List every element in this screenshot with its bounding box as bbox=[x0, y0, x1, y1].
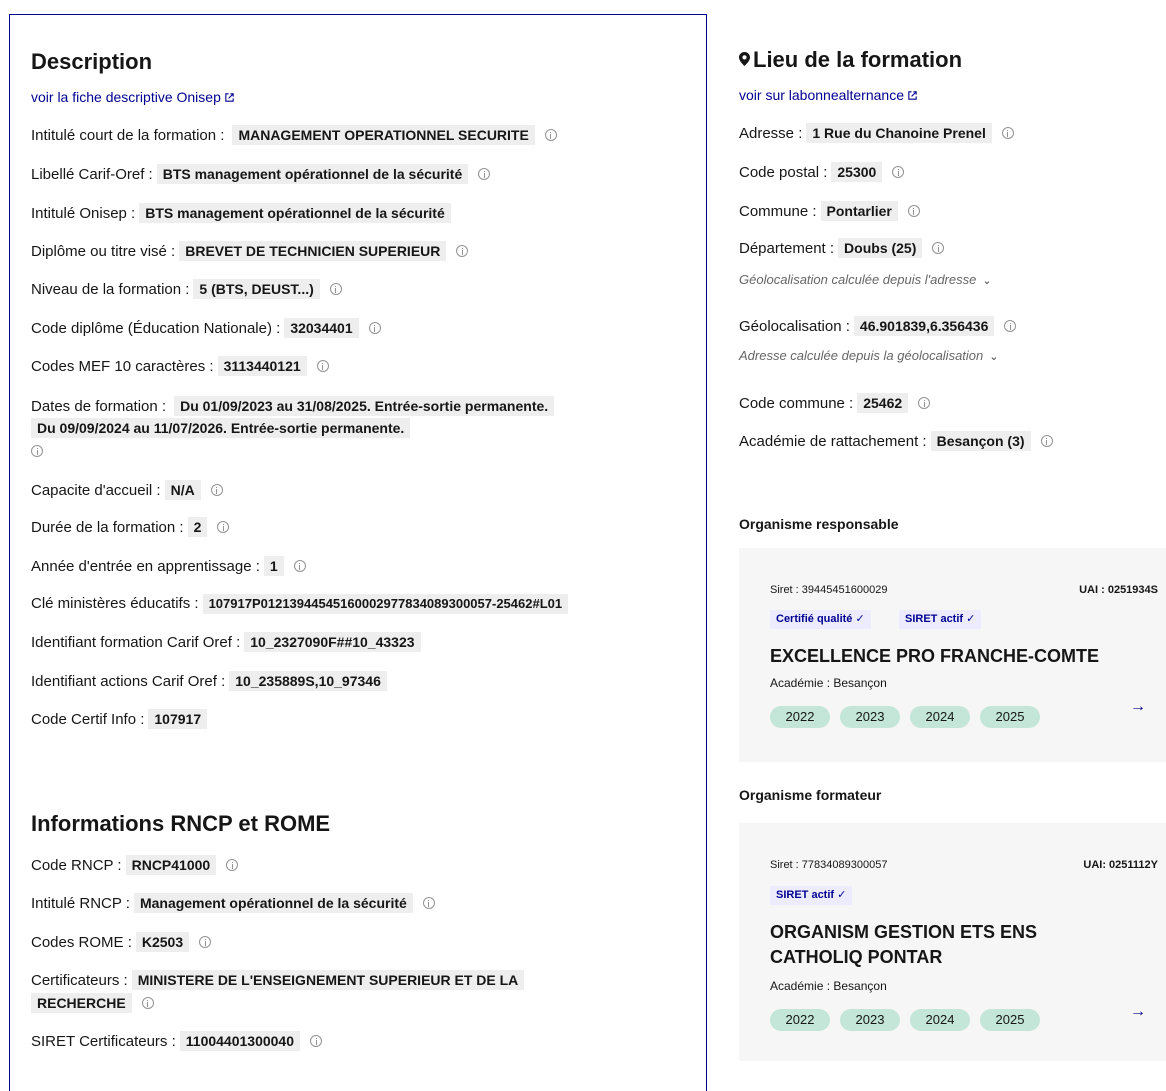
year-chip: 2025 bbox=[980, 706, 1040, 728]
row-id-formation-carif: Identifiant formation Carif Oref :10_232… bbox=[31, 632, 421, 653]
info-icon[interactable] bbox=[932, 242, 945, 254]
badge-certifie-qualite: Certifié qualité ✓ bbox=[770, 610, 871, 629]
labonnealternance-link-label: voir sur labonnealternance bbox=[739, 87, 904, 103]
info-icon[interactable] bbox=[226, 859, 239, 871]
arrow-right-icon[interactable]: → bbox=[1130, 1003, 1146, 1021]
row-geolocalisation: Géolocalisation :46.901839,6.356436 bbox=[739, 316, 1017, 337]
info-icon[interactable] bbox=[141, 997, 154, 1009]
info-icon[interactable] bbox=[1004, 320, 1017, 332]
info-icon[interactable] bbox=[892, 166, 905, 178]
info-icon[interactable] bbox=[199, 936, 212, 948]
formateur-name-line1: ORGANISM GESTION ETS ENS bbox=[770, 922, 1038, 942]
lieu-title: Lieu de la formation bbox=[739, 47, 962, 73]
row-code-rncp: Code RNCP : RNCP41000 bbox=[31, 855, 239, 876]
year-chip: 2023 bbox=[840, 1009, 900, 1031]
row-code-diplome: Code diplôme (Éducation Nationale) :3203… bbox=[31, 318, 381, 339]
formateur-siret: Siret : 77834089300057 bbox=[770, 859, 888, 871]
row-duree: Durée de la formation :2 bbox=[31, 517, 230, 538]
organisme-formateur-title: Organisme formateur bbox=[739, 787, 882, 803]
organisme-responsable-card[interactable]: Siret : 39445451600029 UAI : 0251934S Ce… bbox=[739, 548, 1166, 762]
row-libelle-carif: Libellé Carif-Oref : BTS management opéra… bbox=[31, 164, 491, 185]
labonnealternance-link[interactable]: voir sur labonnealternance bbox=[739, 87, 918, 103]
row-annee-entree: Année d'entrée en apprentissage :1 bbox=[31, 556, 306, 577]
responsable-academie: Académie : Besançon bbox=[770, 676, 887, 690]
responsable-uai: UAI : 0251934S bbox=[1079, 584, 1158, 596]
lieu-title-text: Lieu de la formation bbox=[753, 47, 963, 72]
row-certificateurs: Certificateurs : MINISTERE DE L'ENSEIGNEM… bbox=[31, 970, 525, 991]
row-dates: Dates de formation : Du 01/09/2023 au 31/… bbox=[31, 396, 555, 417]
info-icon[interactable] bbox=[310, 1035, 322, 1047]
info-icon[interactable] bbox=[210, 484, 223, 496]
onisep-link[interactable]: voir la fiche descriptive Onisep bbox=[31, 89, 235, 105]
info-icon[interactable] bbox=[478, 168, 491, 180]
row-codes-mef: Codes MEF 10 caractères :3113440121 bbox=[31, 356, 329, 377]
year-chip: 2022 bbox=[770, 706, 830, 728]
row-intitule-court: Intitulé court de la formation : MANAGEME… bbox=[31, 125, 557, 146]
map-pin-icon bbox=[739, 52, 750, 66]
info-icon[interactable] bbox=[1040, 435, 1053, 447]
rncp-title: Informations RNCP et ROME bbox=[31, 811, 331, 836]
info-icon[interactable] bbox=[456, 245, 469, 257]
info-icon[interactable] bbox=[31, 445, 43, 457]
onisep-link-label: voir la fiche descriptive Onisep bbox=[31, 89, 221, 105]
info-icon[interactable] bbox=[316, 360, 329, 372]
row-diplome: Diplôme ou titre visé : BREVET DE TECHNIC… bbox=[31, 241, 469, 262]
geo-note-toggle[interactable]: Géolocalisation calculée depuis l'adress… bbox=[739, 272, 992, 287]
info-icon[interactable] bbox=[907, 205, 920, 217]
row-dates-line2: Du 09/09/2024 au 11/07/2026. Entrée-sort… bbox=[31, 418, 411, 439]
responsable-name: EXCELLENCE PRO FRANCHE-COMTE bbox=[770, 646, 1100, 666]
chevron-down-icon: ⌄ bbox=[982, 275, 992, 287]
year-chip: 2024 bbox=[910, 706, 970, 728]
row-commune: Commune : Pontarlier bbox=[739, 201, 920, 222]
row-niveau: Niveau de la formation :5 (BTS, DEUST...… bbox=[31, 279, 342, 300]
year-chip: 2025 bbox=[980, 1009, 1040, 1031]
info-icon[interactable] bbox=[217, 521, 230, 533]
formateur-uai: UAI: 0251112Y bbox=[1083, 859, 1158, 871]
info-icon[interactable] bbox=[293, 560, 306, 572]
row-code-certif: Code Certif Info :107917 bbox=[31, 709, 208, 730]
row-id-actions-carif: Identifiant actions Carif Oref :10_23588… bbox=[31, 671, 387, 692]
row-capacite: Capacite d'accueil : N/A bbox=[31, 480, 223, 501]
year-chip: 2023 bbox=[840, 706, 900, 728]
year-chip: 2022 bbox=[770, 1009, 830, 1031]
organisme-responsable-title: Organisme responsable bbox=[739, 516, 899, 532]
row-academie: Académie de rattachement : Besançon (3) bbox=[739, 431, 1053, 452]
formateur-name-line2: CATHOLIQ PONTAR bbox=[770, 947, 943, 967]
row-code-commune: Code commune :25462 bbox=[739, 393, 931, 414]
row-intitule-rncp: Intitulé RNCP : Management opérationnel d… bbox=[31, 893, 435, 914]
info-icon[interactable] bbox=[329, 283, 342, 295]
row-siret-certificateurs: SIRET Certificateurs :11004401300040 bbox=[31, 1031, 322, 1052]
badge-siret-actif: SIRET actif ✓ bbox=[770, 886, 853, 905]
arrow-right-icon[interactable]: → bbox=[1130, 698, 1146, 716]
badge-siret-actif: SIRET actif ✓ bbox=[899, 610, 982, 629]
external-link-icon bbox=[225, 93, 234, 102]
year-chip: 2024 bbox=[910, 1009, 970, 1031]
info-icon[interactable] bbox=[368, 322, 381, 334]
row-departement: Département : Doubs (25) bbox=[739, 238, 945, 259]
info-icon[interactable] bbox=[1001, 127, 1014, 139]
formateur-academie: Académie : Besançon bbox=[770, 979, 887, 993]
addr-note-toggle[interactable]: Adresse calculée depuis la géolocalisati… bbox=[739, 348, 998, 363]
info-icon[interactable] bbox=[918, 397, 931, 409]
description-title: Description bbox=[31, 49, 153, 74]
chevron-down-icon: ⌄ bbox=[989, 351, 999, 363]
row-cle-ministeres: Clé ministères éducatifs :107917P0121394… bbox=[31, 594, 569, 614]
organisme-formateur-card[interactable]: Siret : 77834089300057 UAI: 0251112Y SIR… bbox=[739, 823, 1166, 1061]
info-icon[interactable] bbox=[422, 897, 435, 909]
row-codes-rome: Codes ROME : K2503 bbox=[31, 932, 212, 953]
external-link-icon bbox=[908, 91, 917, 100]
row-code-postal: Code postal :25300 bbox=[739, 162, 905, 183]
row-certificateurs-line2: RECHERCHE bbox=[31, 993, 154, 1014]
responsable-siret: Siret : 39445451600029 bbox=[770, 584, 888, 596]
row-dates-info bbox=[31, 442, 43, 462]
info-icon[interactable] bbox=[544, 129, 557, 141]
row-intitule-onisep: Intitulé Onisep : BTS management opératio… bbox=[31, 203, 451, 224]
row-adresse: Adresse :1 Rue du Chanoine Prenel bbox=[739, 123, 1014, 144]
